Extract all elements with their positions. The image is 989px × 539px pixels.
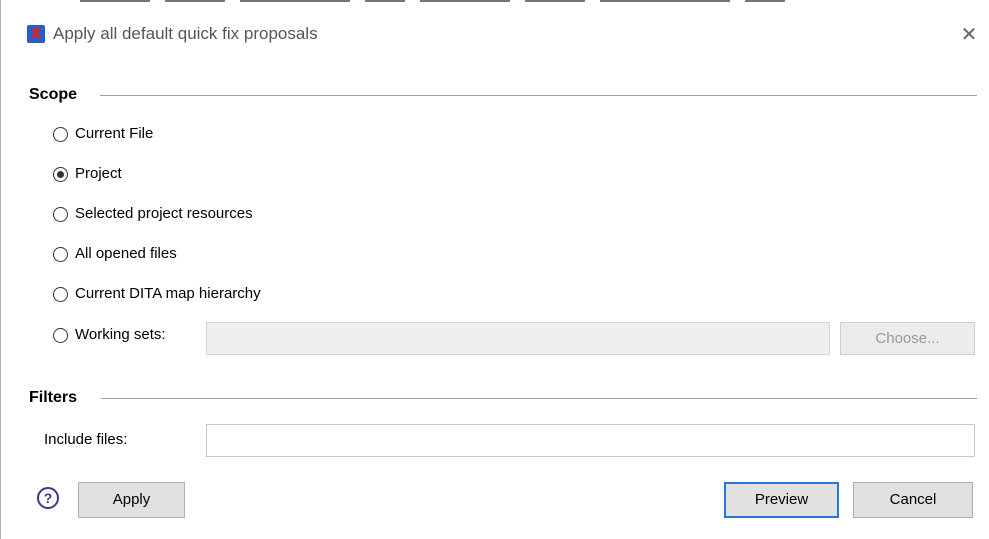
oxygen-app-icon: X — [27, 25, 45, 43]
radio-label-selected-project-resources: Selected project resources — [75, 205, 253, 222]
filters-divider — [101, 398, 977, 399]
filters-group-title: Filters — [29, 389, 78, 406]
quick-fix-dialog: X Apply all default quick fix proposals … — [8, 8, 989, 539]
radio-button-current-dita-map-hierarchy[interactable] — [53, 287, 68, 302]
include-files-label: Include files: — [44, 431, 128, 448]
radio-all-opened-files[interactable]: All opened files — [53, 245, 353, 267]
radio-selected-project-resources[interactable]: Selected project resources — [53, 205, 353, 227]
radio-current-file[interactable]: Current File — [53, 125, 353, 147]
apply-button[interactable]: Apply — [78, 482, 185, 518]
window-edge — [0, 0, 1, 539]
radio-button-all-opened-files[interactable] — [53, 247, 68, 262]
radio-label-current-dita-map-hierarchy: Current DITA map hierarchy — [75, 285, 261, 302]
radio-label-working-sets: Working sets: — [75, 326, 166, 343]
scope-group-title: Scope — [29, 86, 78, 103]
radio-button-working-sets[interactable] — [53, 328, 68, 343]
radio-project[interactable]: Project — [53, 165, 353, 187]
preview-button[interactable]: Preview — [724, 482, 839, 518]
radio-button-selected-project-resources[interactable] — [53, 207, 68, 222]
close-icon[interactable]: ✕ — [949, 16, 989, 52]
radio-label-current-file: Current File — [75, 125, 154, 142]
title-bar: X Apply all default quick fix proposals … — [8, 8, 989, 60]
radio-label-all-opened-files: All opened files — [75, 245, 177, 262]
working-sets-field — [206, 322, 830, 355]
choose-button: Choose... — [840, 322, 975, 355]
radio-label-project: Project — [75, 165, 122, 182]
scope-divider — [100, 95, 977, 96]
cancel-button[interactable]: Cancel — [853, 482, 973, 518]
dialog-title: Apply all default quick fix proposals — [53, 24, 318, 43]
radio-current-dita-map-hierarchy[interactable]: Current DITA map hierarchy — [53, 285, 353, 307]
radio-button-project[interactable] — [53, 167, 68, 182]
help-icon[interactable]: ? — [37, 487, 59, 509]
background-window-strip — [0, 0, 989, 8]
radio-button-current-file[interactable] — [53, 127, 68, 142]
include-files-input[interactable] — [206, 424, 975, 457]
